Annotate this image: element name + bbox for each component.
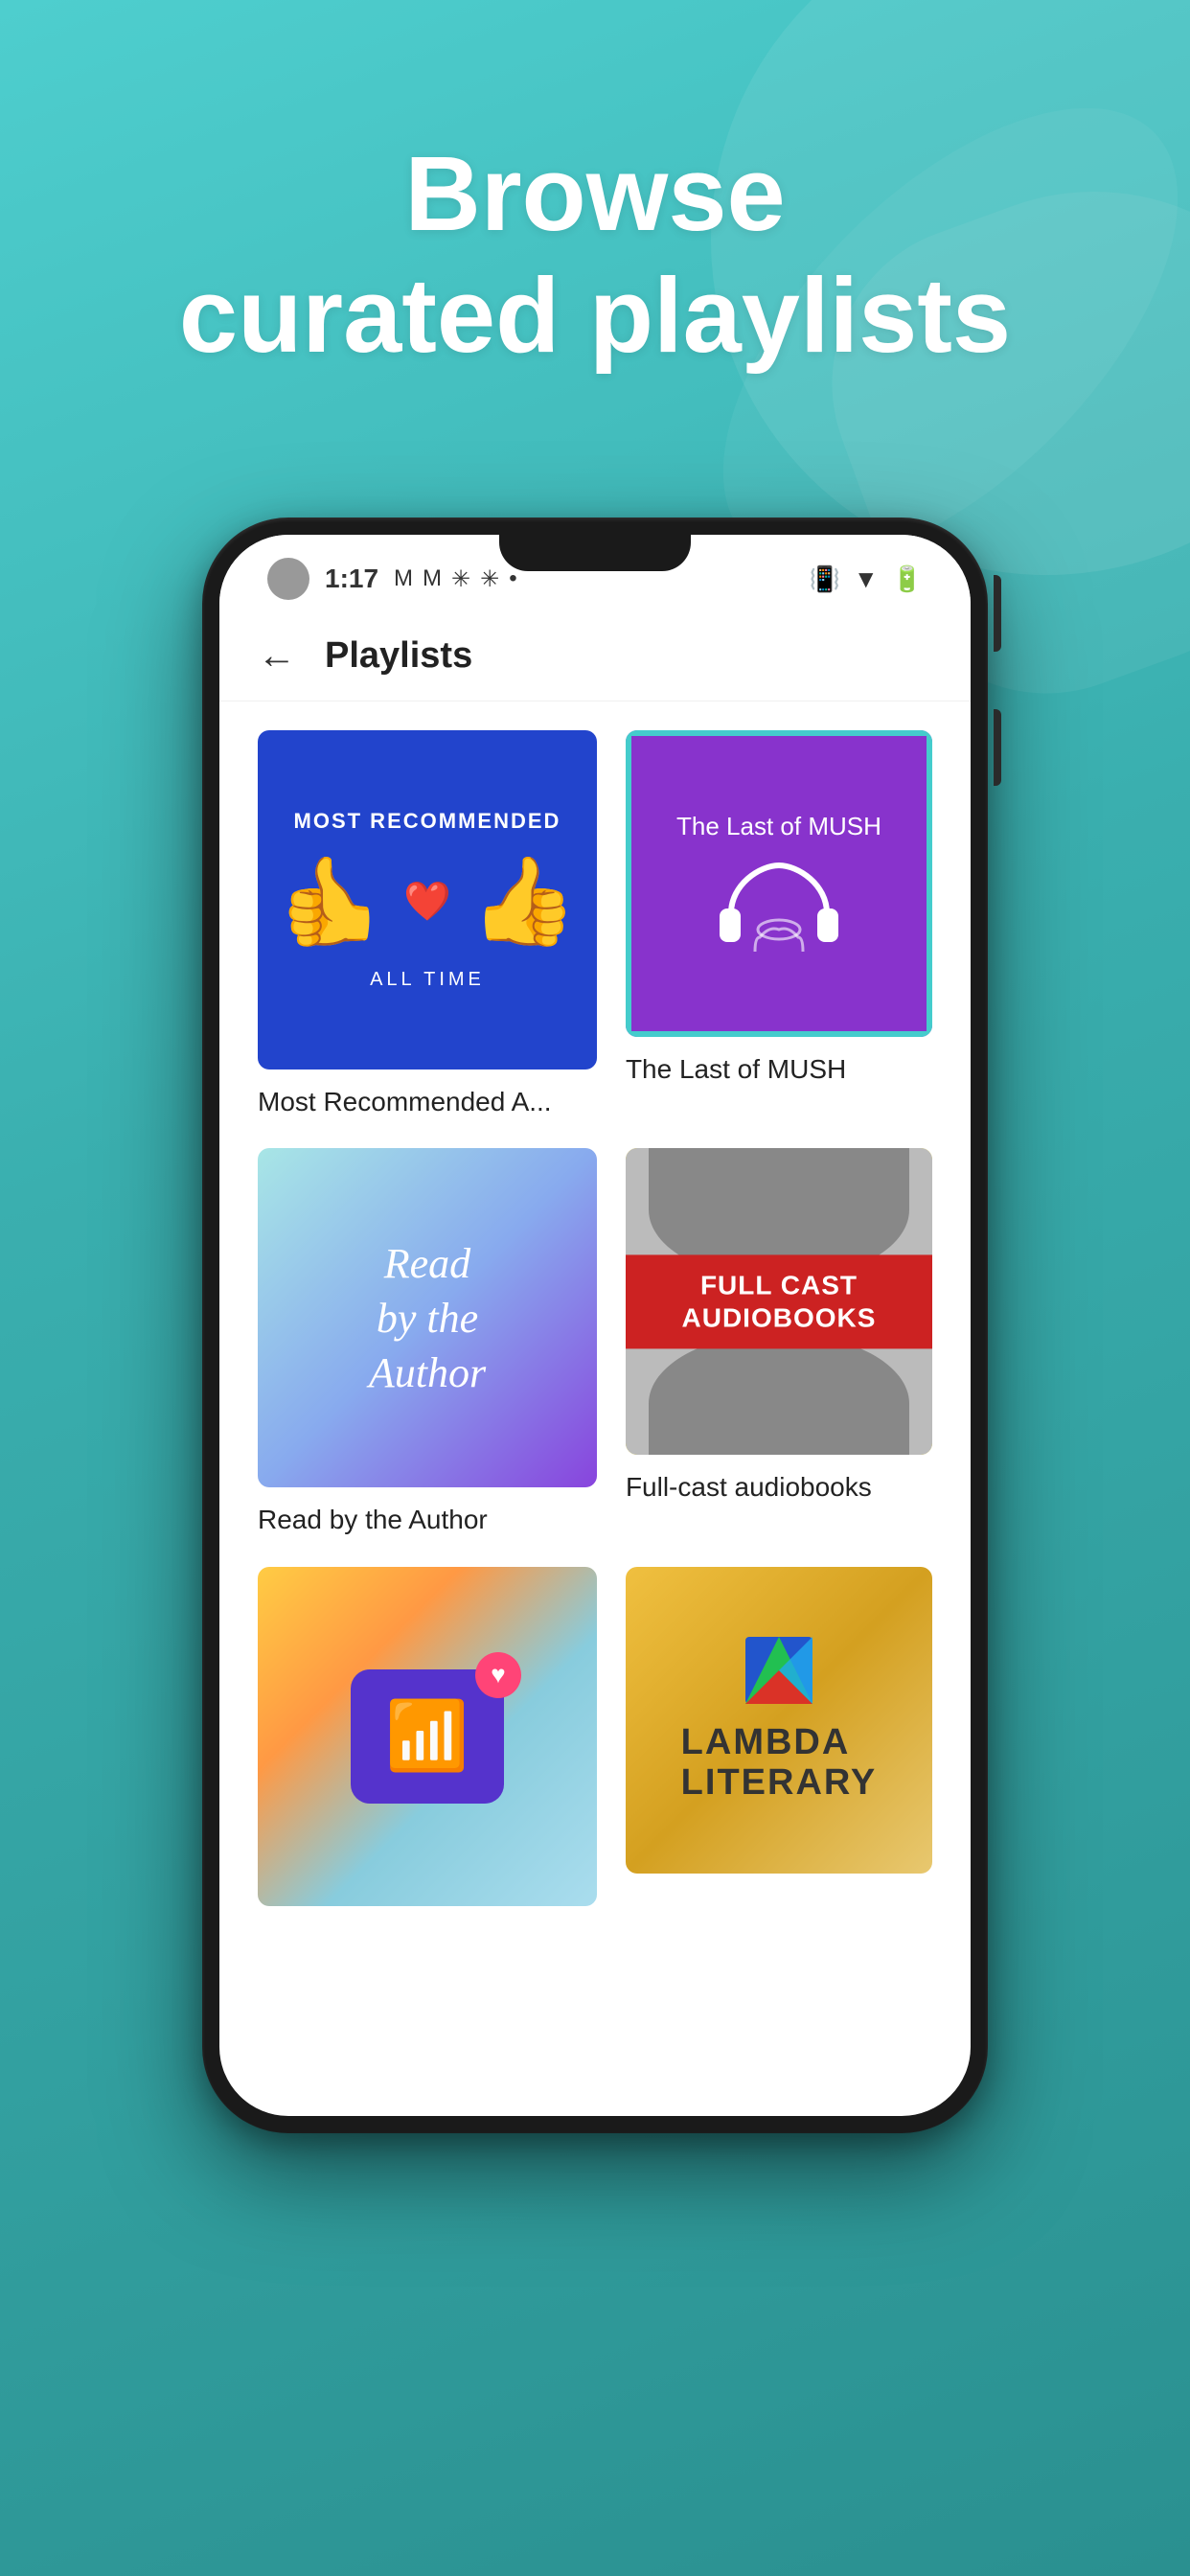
cover-arc-text: MOST RECOMMENDED xyxy=(294,809,561,834)
all-time-text: ALL TIME xyxy=(370,969,485,991)
cover-art-mush: The Last of MUSH xyxy=(626,730,932,1037)
playlist-item-lambda[interactable]: LAMBDA LITERARY xyxy=(626,1567,932,1921)
headline-text: Browse curated playlists xyxy=(0,134,1190,377)
lambda-square-icon xyxy=(745,1637,812,1704)
thumbs-up-left-icon: 👍 xyxy=(277,851,384,952)
phone-notch xyxy=(499,535,691,571)
cover-art-most-recommended: MOST RECOMMENDED 👍 ❤️ 👍 ALL TIME xyxy=(258,730,597,1070)
phone-inner: 1:17 M M ✳ ✳ • 📳 ▼ 🔋 xyxy=(219,535,971,2116)
playlist-cover-most-recommended: MOST RECOMMENDED 👍 ❤️ 👍 ALL TIME xyxy=(258,730,597,1070)
status-icons: M M ✳ ✳ • xyxy=(394,565,517,593)
cover-art-fullcast: FULL CASTAUDIOBOOKS xyxy=(626,1148,932,1455)
mail-icon-2: M xyxy=(423,565,442,592)
status-right: 📳 ▼ 🔋 xyxy=(810,564,923,594)
status-left: 1:17 M M ✳ ✳ • xyxy=(267,558,517,600)
status-time: 1:17 xyxy=(325,564,378,594)
thumbs-container: 👍 ❤️ 👍 xyxy=(277,851,578,952)
playlist-item-podcast[interactable]: ♥ 📶 xyxy=(258,1567,597,1921)
cover-art-lambda: LAMBDA LITERARY xyxy=(626,1567,932,1874)
lambda-logo xyxy=(745,1637,812,1704)
avatar xyxy=(267,558,309,600)
playlist-cover-podcast: ♥ 📶 xyxy=(258,1567,597,1906)
playlist-cover-mush: The Last of MUSH xyxy=(626,730,932,1037)
playlist-item-mush[interactable]: The Last of MUSH xyxy=(626,730,932,1119)
playlist-label: Full-cast audiobooks xyxy=(626,1470,932,1505)
playlist-cover-lambda: LAMBDA LITERARY xyxy=(626,1567,932,1874)
playlist-item-read-author[interactable]: Readby theAuthor Read by the Author xyxy=(258,1148,597,1537)
page-title: Playlists xyxy=(325,635,472,677)
cover-art-podcast: ♥ 📶 xyxy=(258,1567,597,1906)
playlist-cover-fullcast: FULL CASTAUDIOBOOKS xyxy=(626,1148,932,1455)
mouth-bottom-inner xyxy=(649,1333,909,1455)
phone-screen: 1:17 M M ✳ ✳ • 📳 ▼ 🔋 xyxy=(219,535,971,2116)
playlist-cover-read-author: Readby theAuthor xyxy=(258,1148,597,1487)
back-button[interactable]: ← xyxy=(258,634,296,678)
mush-title-text: The Last of MUSH xyxy=(676,812,881,841)
cover-art-read-author: Readby theAuthor xyxy=(258,1148,597,1487)
playlist-label: Most Recommended A... xyxy=(258,1085,597,1119)
playlist-item-most-recommended[interactable]: MOST RECOMMENDED 👍 ❤️ 👍 ALL TIME Most Re… xyxy=(258,730,597,1119)
app-icon-2: ✳ xyxy=(480,565,499,593)
wifi-waves-icon: 📶 xyxy=(385,1697,469,1776)
thumbs-up-right-icon: 👍 xyxy=(470,851,578,952)
read-author-text: Readby theAuthor xyxy=(350,1217,505,1420)
playlist-item-fullcast[interactable]: FULL CASTAUDIOBOOKS Full-cast audiobooks xyxy=(626,1148,932,1537)
podcast-heart-icon: ♥ xyxy=(475,1652,521,1698)
mail-icon: M xyxy=(394,565,413,592)
battery-icon: 🔋 xyxy=(892,564,923,594)
top-bar: ← Playlists xyxy=(219,611,971,702)
playlist-label: Read by the Author xyxy=(258,1503,597,1537)
phone-outer: 1:17 M M ✳ ✳ • 📳 ▼ 🔋 xyxy=(202,518,988,2133)
vibrate-icon: 📳 xyxy=(810,564,840,594)
dot-indicator: • xyxy=(509,565,516,592)
phone-frame: 1:17 M M ✳ ✳ • 📳 ▼ 🔋 xyxy=(202,518,988,2133)
app-icon-1: ✳ xyxy=(451,565,470,593)
headphones-icon xyxy=(712,861,846,956)
wifi-icon: ▼ xyxy=(854,564,879,594)
playlist-label: The Last of MUSH xyxy=(626,1052,932,1087)
fullcast-text: FULL CASTAUDIOBOOKS xyxy=(629,1270,928,1334)
fullcast-banner: FULL CASTAUDIOBOOKS xyxy=(626,1255,932,1348)
heart-icon: ❤️ xyxy=(403,879,451,924)
headline: Browse curated playlists xyxy=(0,134,1190,377)
playlist-grid: MOST RECOMMENDED 👍 ❤️ 👍 ALL TIME Most Re… xyxy=(219,702,971,1950)
podcast-box: ♥ 📶 xyxy=(351,1669,504,1804)
lambda-name: LAMBDA LITERARY xyxy=(681,1723,878,1804)
